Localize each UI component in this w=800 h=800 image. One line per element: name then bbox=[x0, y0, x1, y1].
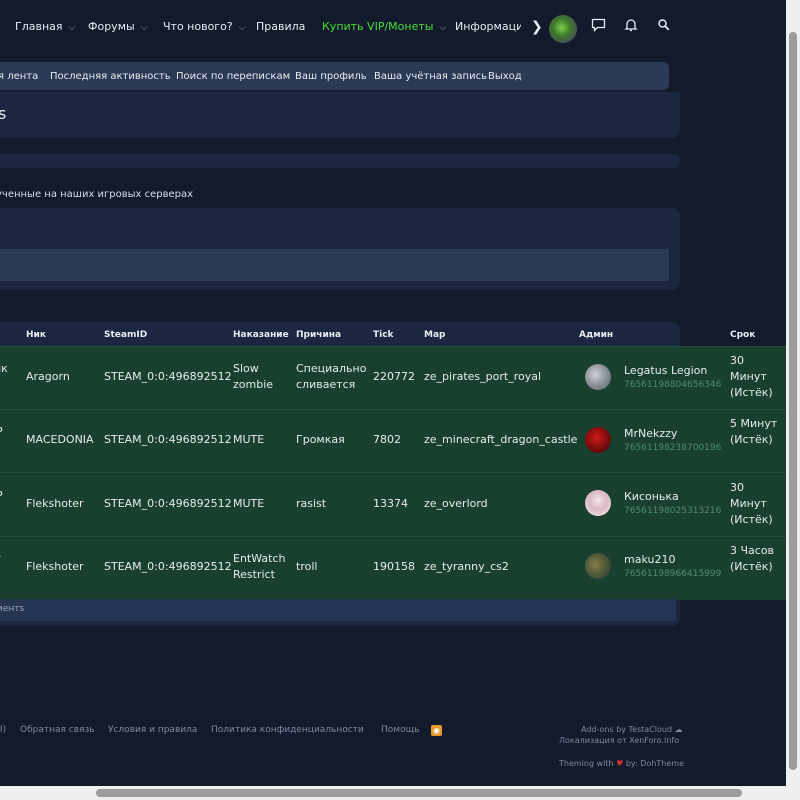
header-term: Срок bbox=[730, 330, 756, 340]
nav-item-forums[interactable]: Форумы ⌵ bbox=[88, 20, 148, 33]
subnav-your-account[interactable]: Ваша учётная запись bbox=[374, 71, 487, 82]
row-tick: 190158 bbox=[373, 560, 415, 573]
subnav-search-conversations[interactable]: Поиск по перепискам bbox=[176, 71, 290, 82]
chevron-down-icon: ⌵ bbox=[238, 23, 246, 33]
subnav-latest-activity[interactable]: Последняя активность bbox=[50, 71, 171, 82]
admin-avatar[interactable] bbox=[585, 364, 611, 390]
vertical-scroll-thumb[interactable] bbox=[789, 32, 797, 770]
header-tick: Tick bbox=[373, 330, 394, 340]
footer-link-help[interactable]: Помощь bbox=[381, 725, 419, 735]
row-nick[interactable]: Flekshoter bbox=[26, 559, 84, 575]
row-steamid[interactable]: STEAM_0:0:496892512 bbox=[104, 559, 232, 575]
subnav-logout[interactable]: Выход bbox=[488, 71, 522, 82]
header-steamid: SteamID bbox=[104, 330, 148, 340]
row-reason: Громкая bbox=[296, 433, 345, 446]
row-col0: ик 7 bbox=[0, 362, 8, 391]
nav-item-info[interactable]: Информация bbox=[455, 20, 521, 33]
footer-link-contact-short[interactable]: U) bbox=[0, 725, 6, 735]
row-admin-steamid: 76561198804656346 bbox=[624, 380, 722, 390]
admin-avatar[interactable] bbox=[585, 427, 611, 453]
row-col0: P bbox=[0, 424, 3, 440]
nav-item-home[interactable]: Главная ⌵ bbox=[15, 20, 75, 33]
header-nick: Ник bbox=[26, 330, 46, 340]
chevron-down-icon: ⌵ bbox=[439, 23, 447, 33]
subnav-feed[interactable]: я лента bbox=[0, 71, 38, 82]
footer-localization[interactable]: Локализация от XenForo.Info bbox=[559, 736, 679, 745]
user-avatar[interactable] bbox=[549, 15, 577, 43]
row-map: ze_overlord bbox=[424, 497, 488, 510]
footer-theme-credit[interactable]: by: DohTheme bbox=[626, 759, 684, 768]
divider-panel bbox=[0, 154, 680, 168]
row-map: ze_minecraft_dragon_castle bbox=[424, 433, 578, 446]
row-map: ze_tyranny_cs2 bbox=[424, 560, 509, 573]
row-nick[interactable]: MACEDONIA bbox=[26, 432, 94, 448]
footer-link-privacy[interactable]: Политика конфиденциальности bbox=[211, 725, 364, 735]
chevron-right-icon[interactable]: ❯ bbox=[531, 19, 543, 35]
row-tick: 13374 bbox=[373, 497, 408, 510]
row-map: ze_pirates_port_royal bbox=[424, 370, 542, 383]
chevron-down-icon: ⌵ bbox=[68, 23, 76, 33]
row-admin-steamid: 76561198238700196 bbox=[624, 443, 722, 453]
bell-icon[interactable] bbox=[624, 18, 638, 36]
row-admin-steamid: 76561198025313216 bbox=[624, 506, 722, 516]
row-nick[interactable]: Aragorn bbox=[26, 369, 70, 385]
subnav-your-profile[interactable]: Ваш профиль bbox=[295, 71, 367, 82]
row-reason: Специально сливается bbox=[296, 362, 367, 391]
row-steamid[interactable]: STEAM_0:0:496892512 bbox=[104, 432, 232, 448]
page-title: s bbox=[0, 104, 7, 123]
nav-item-whats-new[interactable]: Что нового? ⌵ bbox=[163, 20, 246, 33]
title-panel bbox=[0, 92, 680, 138]
row-tick: 7802 bbox=[373, 433, 401, 446]
footer-link-feedback[interactable]: Обратная связь bbox=[20, 725, 95, 735]
row-tick: 220772 bbox=[373, 370, 415, 383]
row-term: 5 Минут (Истёк) bbox=[730, 417, 778, 446]
admin-avatar[interactable] bbox=[585, 553, 611, 579]
page-description: ученные на наших игровых серверах bbox=[0, 189, 194, 200]
header-admin: Админ bbox=[579, 330, 614, 340]
chevron-down-icon: ⌵ bbox=[140, 23, 148, 33]
rss-icon[interactable]: ◉ bbox=[431, 725, 442, 736]
header-punishment: Наказание bbox=[233, 330, 289, 340]
row-punishment: MUTE bbox=[233, 433, 265, 446]
row-steamid[interactable]: STEAM_0:0:496892512 bbox=[104, 369, 232, 385]
search-icon[interactable] bbox=[657, 18, 671, 36]
row-reason: rasist bbox=[296, 497, 327, 510]
row-term: 30 Минут (Истёк) bbox=[730, 481, 773, 526]
row-col0: P bbox=[0, 488, 3, 504]
conversations-icon[interactable] bbox=[591, 18, 606, 36]
row-col0: r bbox=[0, 551, 1, 567]
header-reason: Причина bbox=[296, 330, 342, 340]
horizontal-scrollbar[interactable] bbox=[0, 786, 800, 800]
nav-item-rules[interactable]: Правила bbox=[256, 20, 305, 33]
row-nick[interactable]: Flekshoter bbox=[26, 496, 84, 512]
footer-theming: Theming with ♥ by: DohTheme bbox=[559, 759, 685, 768]
row-term: 30 Минут (Истёк) bbox=[730, 354, 773, 399]
filter-input[interactable] bbox=[0, 249, 669, 281]
top-navigation: Главная ⌵ Форумы ⌵ Что нового? ⌵ Правила Ку… bbox=[0, 0, 786, 56]
vertical-scrollbar[interactable] bbox=[786, 0, 800, 786]
admin-avatar[interactable] bbox=[585, 490, 611, 516]
row-punishment: Slow zombie bbox=[233, 362, 274, 391]
heart-icon: ♥ bbox=[616, 759, 624, 768]
row-reason: troll bbox=[296, 560, 318, 573]
footer-addons[interactable]: Add-ons by TestaCloud ☁ bbox=[581, 725, 683, 734]
footer-link-terms[interactable]: Условия и правила bbox=[108, 725, 197, 735]
row-punishment: MUTE bbox=[233, 497, 265, 510]
table-footer: ментs bbox=[0, 599, 676, 621]
row-punishment: EntWatch Restrict bbox=[233, 552, 286, 581]
row-term: 3 Часов (Истёк) bbox=[730, 544, 775, 573]
horizontal-scroll-thumb[interactable] bbox=[96, 789, 742, 797]
row-steamid[interactable]: STEAM_0:0:496892512 bbox=[104, 496, 232, 512]
row-admin-steamid: 76561198966415999 bbox=[624, 569, 722, 579]
nav-item-buy-vip[interactable]: Купить VIP/Монеты ⌵ bbox=[322, 20, 446, 33]
header-map: Мар bbox=[424, 330, 446, 340]
